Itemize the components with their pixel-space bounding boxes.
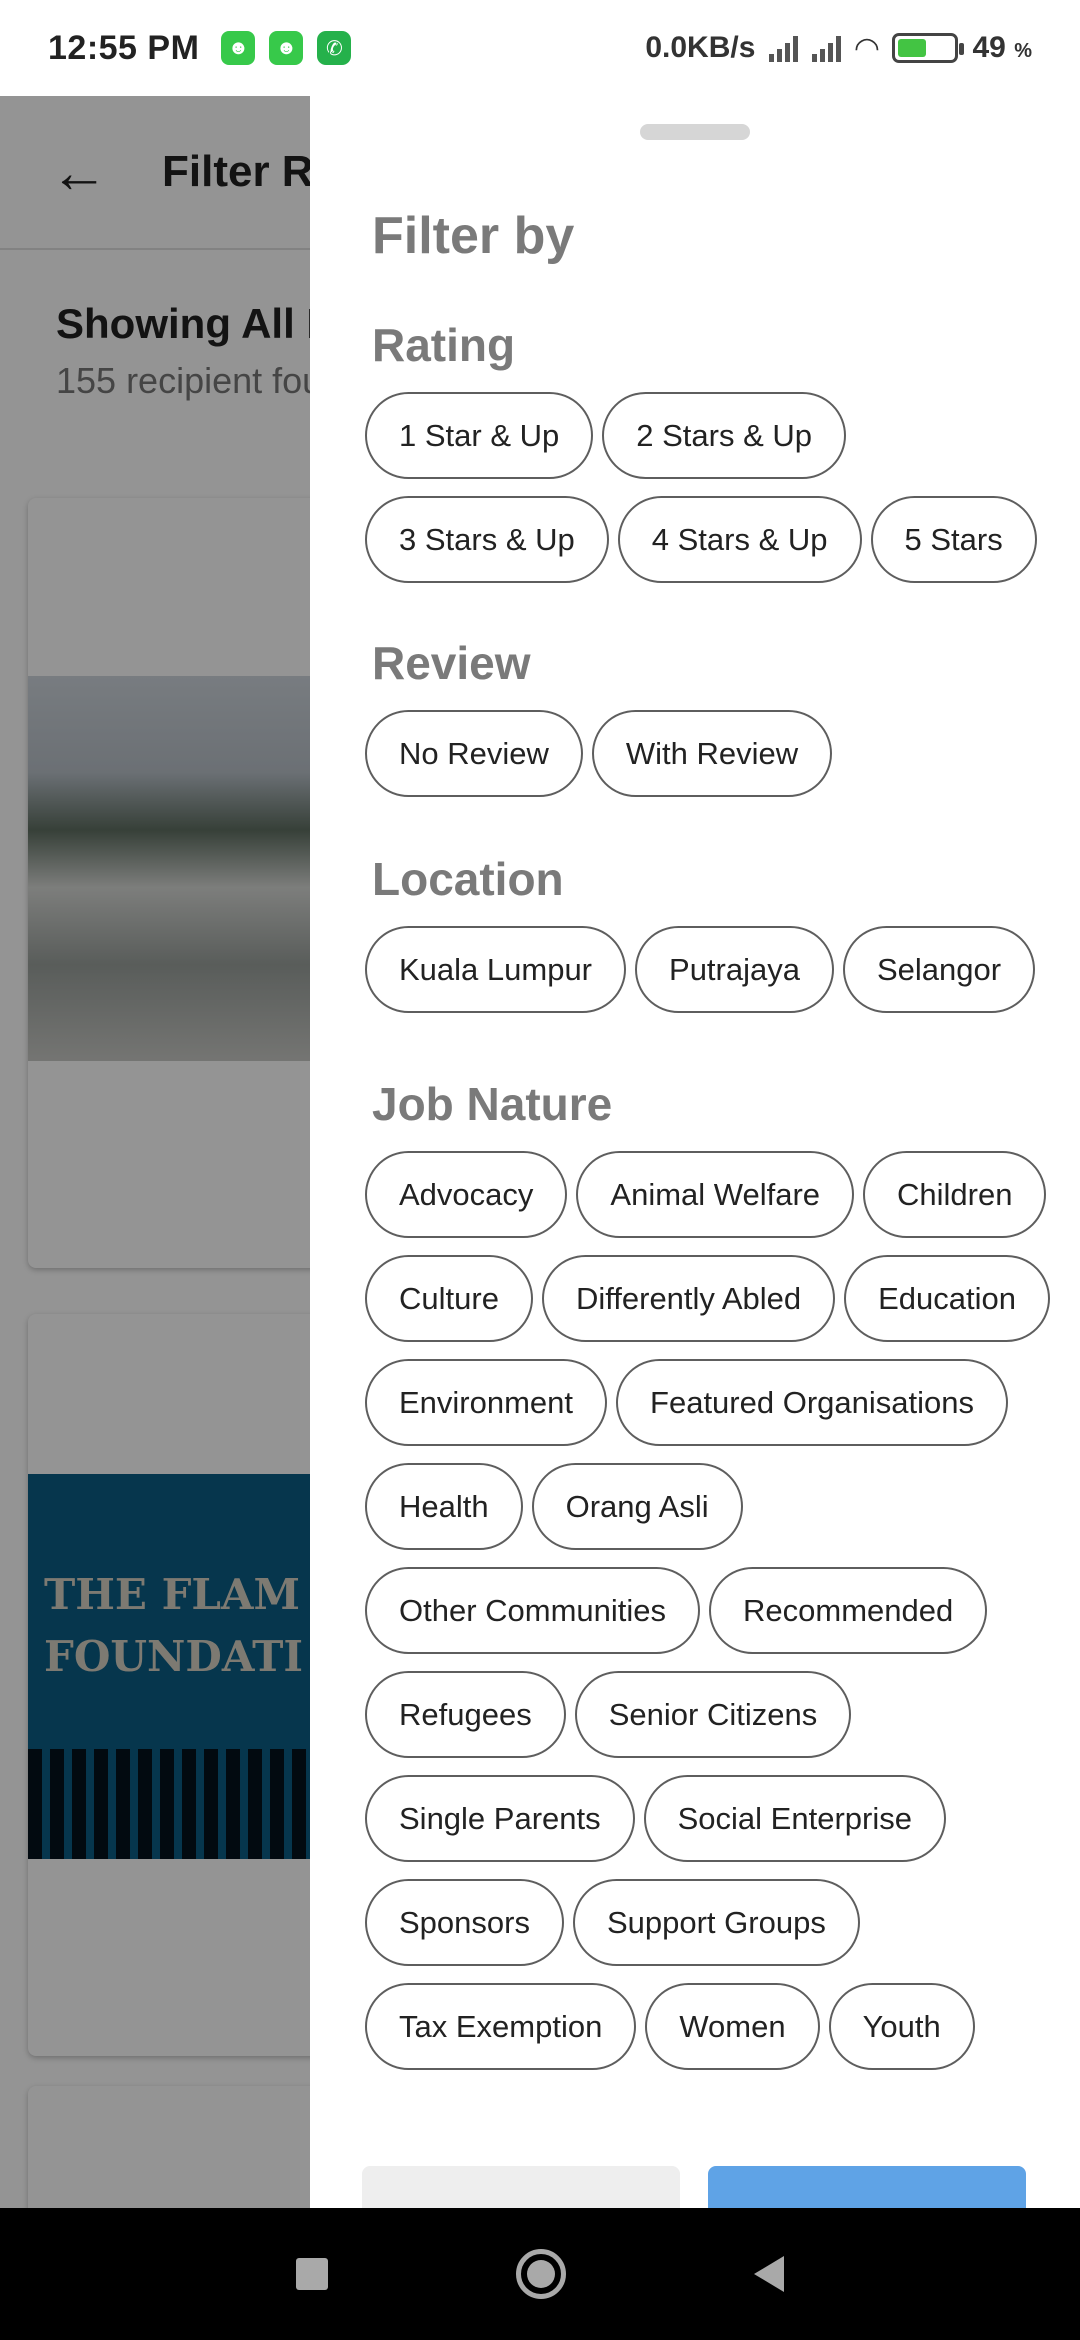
- status-bar: 12:55 PM ☻ ☻ ✆ 0.0KB/s ◠ 49 %: [0, 0, 1080, 96]
- wifi-icon: ◠: [855, 31, 879, 65]
- chip-job-nature[interactable]: Culture: [365, 1255, 533, 1342]
- back-icon[interactable]: [754, 2256, 784, 2292]
- battery-percent: 49 %: [972, 31, 1032, 64]
- signal-icon: [769, 34, 799, 62]
- chip-job-nature[interactable]: Single Parents: [365, 1775, 635, 1862]
- section-title-rating: Rating: [372, 319, 516, 371]
- rating-chips: 1 Star & Up 2 Stars & Up 3 Stars & Up 4 …: [365, 392, 1065, 583]
- chip-job-nature[interactable]: Children: [863, 1151, 1047, 1238]
- chip-review[interactable]: With Review: [591, 710, 833, 797]
- chip-job-nature[interactable]: Other Communities: [365, 1567, 701, 1654]
- android-app-icon: ☻: [221, 31, 256, 65]
- chip-location[interactable]: Putrajaya: [635, 926, 834, 1013]
- chip-job-nature[interactable]: Differently Abled: [541, 1255, 836, 1342]
- location-chips: Kuala Lumpur Putrajaya Selangor: [365, 926, 1065, 1013]
- chip-review[interactable]: No Review: [365, 710, 583, 797]
- status-right: 0.0KB/s ◠ 49 %: [645, 31, 1032, 66]
- chip-job-nature[interactable]: Tax Exemption: [365, 1983, 637, 2070]
- chip-rating[interactable]: 1 Star & Up: [365, 392, 594, 479]
- chip-location[interactable]: Selangor: [842, 926, 1036, 1013]
- chip-job-nature[interactable]: Health: [365, 1463, 523, 1550]
- chip-rating[interactable]: 4 Stars & Up: [617, 496, 862, 583]
- whatsapp-icon: ✆: [317, 31, 352, 65]
- chip-job-nature[interactable]: Education: [844, 1255, 1051, 1342]
- chip-job-nature[interactable]: Sponsors: [365, 1879, 564, 1966]
- chip-job-nature[interactable]: Refugees: [365, 1671, 566, 1758]
- filter-drawer: Filter by Rating 1 Star & Up 2 Stars & U…: [310, 96, 1080, 2208]
- chip-job-nature[interactable]: Support Groups: [572, 1879, 860, 1966]
- signal-icon: [812, 34, 842, 62]
- job-nature-chips: Advocacy Animal Welfare Children Culture…: [365, 1151, 1065, 2070]
- section-title-job-nature: Job Nature: [372, 1078, 613, 1130]
- filter-title: Filter by: [372, 207, 575, 265]
- home-icon[interactable]: [516, 2249, 566, 2299]
- chip-job-nature[interactable]: Senior Citizens: [574, 1671, 852, 1758]
- section-title-review: Review: [372, 637, 531, 689]
- chip-rating[interactable]: 2 Stars & Up: [602, 392, 846, 479]
- drag-handle[interactable]: [640, 124, 750, 140]
- status-time: 12:55 PM: [48, 28, 200, 67]
- network-speed: 0.0KB/s: [645, 31, 756, 64]
- section-title-location: Location: [372, 853, 564, 905]
- chip-job-nature[interactable]: Orang Asli: [531, 1463, 743, 1550]
- apply-button[interactable]: [708, 2166, 1026, 2208]
- chip-job-nature[interactable]: Advocacy: [365, 1151, 568, 1238]
- chip-job-nature[interactable]: Environment: [365, 1359, 608, 1446]
- chip-job-nature[interactable]: Social Enterprise: [643, 1775, 946, 1862]
- chip-job-nature[interactable]: Animal Welfare: [576, 1151, 855, 1238]
- chip-job-nature[interactable]: Youth: [828, 1983, 975, 2070]
- chip-job-nature[interactable]: Recommended: [709, 1567, 988, 1654]
- navigation-bar: [0, 2208, 1080, 2340]
- chip-rating[interactable]: 3 Stars & Up: [365, 496, 609, 583]
- chip-job-nature[interactable]: Women: [645, 1983, 820, 2070]
- notification-icons: ☻ ☻ ✆: [221, 31, 352, 65]
- battery-icon: [892, 33, 965, 63]
- review-chips: No Review With Review: [365, 710, 1065, 797]
- reset-button[interactable]: [362, 2166, 680, 2208]
- chip-location[interactable]: Kuala Lumpur: [365, 926, 627, 1013]
- android-app-icon: ☻: [269, 31, 304, 65]
- recents-icon[interactable]: [296, 2258, 328, 2290]
- chip-rating[interactable]: 5 Stars: [870, 496, 1037, 583]
- chip-job-nature[interactable]: Featured Organisations: [616, 1359, 1008, 1446]
